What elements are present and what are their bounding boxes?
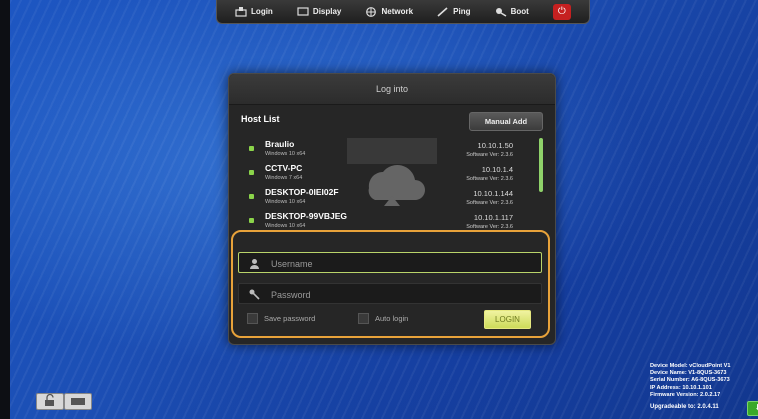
toolbar-ping-label: Ping <box>453 7 471 16</box>
network-icon <box>366 6 377 17</box>
login-button[interactable]: LOGIN <box>484 310 531 329</box>
list-item[interactable]: DESKTOP-0IEI02F Windows 10 x64 10.10.1.1… <box>237 184 545 208</box>
host-name: DESKTOP-99VBJEG <box>265 211 348 221</box>
host-name: DESKTOP-0IEI02F <box>265 187 339 197</box>
download-icon: ⬇ <box>754 403 758 412</box>
toolbar-boot-button[interactable]: Boot <box>495 7 529 17</box>
auto-login-label: Auto login <box>375 314 409 323</box>
keyboard-icon <box>71 398 85 405</box>
toolbar-login-button[interactable]: Login <box>235 6 273 17</box>
toolbar-network-button[interactable]: Network <box>365 6 414 17</box>
toolbar-ping-button[interactable]: Ping <box>437 6 471 17</box>
unlock-button[interactable] <box>36 393 64 410</box>
save-password-box[interactable] <box>247 313 258 324</box>
host-list[interactable]: Braulio Windows 10 x64 10.10.1.50 Softwa… <box>237 136 545 232</box>
toolbar-display-button[interactable]: Display <box>297 6 342 17</box>
host-os: Windows 10 x64 <box>265 199 306 205</box>
key-icon <box>249 289 260 300</box>
toolbar-login-label: Login <box>251 7 273 16</box>
display-icon <box>297 6 309 16</box>
auto-login-box[interactable] <box>358 313 369 324</box>
keyboard-button[interactable] <box>64 393 92 410</box>
auto-login-checkbox[interactable]: Auto login <box>358 313 408 324</box>
host-list-scrollbar[interactable] <box>539 138 543 192</box>
host-ip: 10.10.1.144 <box>473 189 513 198</box>
username-field[interactable] <box>238 252 542 273</box>
device-name: Device Name: V1-8QUS-3673 <box>650 370 727 377</box>
login-icon <box>235 6 247 17</box>
save-password-label: Save password <box>264 314 316 323</box>
dialog-title: Log into <box>229 74 555 105</box>
host-ip: 10.10.1.4 <box>481 165 513 174</box>
toolbar-boot-label: Boot <box>510 7 529 16</box>
host-os: Windows 10 x64 <box>265 223 306 229</box>
list-item[interactable]: CCTV-PC Windows 7 x64 10.10.1.4 Software… <box>237 160 545 184</box>
upgrade-button[interactable]: ⬇ <box>747 401 758 416</box>
serial-number: Serial Number: A6-8QUS-3673 <box>650 377 730 384</box>
host-list-header: Host List Manual Add <box>229 105 555 133</box>
top-toolbar: Login Display Network Ping Boot ⏻ <box>216 0 590 24</box>
online-status-icon <box>249 170 254 175</box>
host-os: Windows 10 x64 <box>265 151 306 157</box>
power-button[interactable]: ⏻ <box>552 3 571 20</box>
password-field[interactable] <box>238 283 542 304</box>
boot-icon <box>495 7 506 17</box>
list-item[interactable]: DESKTOP-99VBJEG Windows 10 x64 10.10.1.1… <box>237 208 545 232</box>
host-ip: 10.10.1.117 <box>473 213 513 222</box>
host-version: Software Ver: 2.3.6 <box>466 152 513 158</box>
toolbar-network-label: Network <box>381 7 414 16</box>
device-model: Device Model: vCloudPoint V1 <box>650 363 731 369</box>
online-status-icon <box>249 146 254 151</box>
username-input[interactable] <box>269 255 533 273</box>
unlock-icon <box>45 393 54 406</box>
host-list-label: Host List <box>241 114 280 124</box>
ping-icon <box>437 6 448 17</box>
ip-address: IP Address: 10.10.1.101 <box>650 384 712 391</box>
password-input[interactable] <box>269 286 533 304</box>
host-ip: 10.10.1.50 <box>477 141 513 150</box>
host-os: Windows 7 x64 <box>265 175 303 181</box>
host-version: Software Ver: 2.3.6 <box>466 200 513 206</box>
upgrade-text: Upgradeable to: 2.0.4.11 <box>650 404 719 410</box>
power-icon: ⏻ <box>557 6 566 17</box>
list-item[interactable]: Braulio Windows 10 x64 10.10.1.50 Softwa… <box>237 136 545 160</box>
user-icon <box>250 259 259 269</box>
online-status-icon <box>249 194 254 199</box>
host-version: Software Ver: 2.3.6 <box>466 176 513 182</box>
online-status-icon <box>249 218 254 223</box>
host-name: CCTV-PC <box>265 163 303 173</box>
host-name: Braulio <box>265 139 295 149</box>
manual-add-button[interactable]: Manual Add <box>469 112 543 131</box>
toolbar-display-label: Display <box>312 7 342 16</box>
device-info: Device Model: vCloudPoint V1 Device Name… <box>650 363 731 399</box>
firmware-version: Firmware Version: 2.0.2.17 <box>650 391 721 398</box>
save-password-checkbox[interactable]: Save password <box>247 313 315 324</box>
